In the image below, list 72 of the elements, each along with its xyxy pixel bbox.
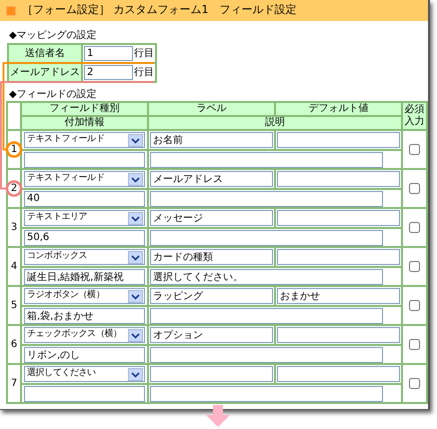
- description-field[interactable]: [150, 152, 383, 168]
- label-field[interactable]: オプション: [150, 327, 273, 343]
- row-number: 5: [10, 300, 18, 312]
- extra-info-field[interactable]: [24, 386, 145, 402]
- column-header: 説明: [149, 117, 403, 131]
- default-field[interactable]: [277, 327, 400, 343]
- required-checkbox[interactable]: [409, 260, 420, 272]
- type-dropdown[interactable]: テキストフィールド: [24, 171, 145, 187]
- window-title: ［フォーム設定］ カスタムフォーム1 フィールド設定: [22, 2, 296, 18]
- default-field[interactable]: [277, 132, 400, 148]
- section-heading: ◆マッピングの設定: [9, 29, 98, 43]
- default-field[interactable]: おまかせ: [277, 288, 400, 304]
- default-field[interactable]: [277, 249, 400, 265]
- column-header: デフォルト値: [276, 103, 403, 117]
- caret-icon: [128, 134, 143, 146]
- default-field[interactable]: [277, 366, 400, 382]
- type-dropdown[interactable]: ラジオボタン（横）: [24, 288, 145, 304]
- input-field[interactable]: 1: [84, 46, 133, 61]
- required-checkbox[interactable]: [409, 300, 420, 311]
- square-icon: [6, 6, 16, 16]
- type-dropdown[interactable]: 選択してください: [24, 366, 145, 382]
- description-field[interactable]: [150, 308, 383, 324]
- extra-info-field[interactable]: リボン,のし: [24, 346, 145, 362]
- unit-label: 行目: [134, 48, 154, 59]
- required-checkbox[interactable]: [409, 182, 420, 194]
- row-number: 6: [10, 338, 18, 350]
- row-number: 3: [10, 222, 18, 234]
- description-field[interactable]: [150, 190, 383, 206]
- caret-icon: [128, 290, 143, 302]
- required-checkbox[interactable]: [409, 222, 420, 233]
- type-dropdown[interactable]: チェックボックス（横）: [24, 327, 145, 343]
- description-field[interactable]: [150, 386, 383, 402]
- caret-icon: [128, 172, 143, 186]
- extra-info-field[interactable]: 箱,袋,おまかせ: [24, 308, 145, 324]
- required-checkbox[interactable]: [409, 144, 420, 155]
- default-field[interactable]: [277, 171, 400, 187]
- type-dropdown[interactable]: コンボボックス: [24, 249, 145, 265]
- unit-label: 行目: [134, 66, 154, 78]
- section-heading: ◆フィールドの設定: [9, 89, 98, 101]
- type-dropdown[interactable]: テキストフィールド: [24, 132, 145, 148]
- label-field[interactable]: ラッピング: [150, 288, 273, 304]
- default-field[interactable]: [277, 210, 400, 226]
- column-header: ラベル: [149, 103, 276, 117]
- extra-info-field[interactable]: 50,6: [24, 230, 145, 246]
- type-dropdown[interactable]: テキストエリア: [24, 210, 145, 226]
- row-label: 送信者名: [8, 44, 82, 63]
- label-field[interactable]: メッセージ: [150, 210, 273, 226]
- required-checkbox[interactable]: [409, 378, 420, 389]
- column-header: フィールド種別: [22, 103, 149, 117]
- caret-icon: [128, 250, 143, 264]
- required-checkbox[interactable]: [409, 338, 420, 350]
- input-field[interactable]: 2: [84, 64, 133, 80]
- row-number: 4: [10, 260, 18, 272]
- description-field[interactable]: [150, 230, 383, 246]
- description-field[interactable]: [150, 346, 383, 362]
- column-header: 必須入力: [403, 103, 428, 131]
- column-header: 付加情報: [22, 117, 149, 131]
- caret-icon: [128, 368, 143, 380]
- row-number: 7: [10, 378, 18, 390]
- label-field[interactable]: カードの種類: [150, 249, 273, 265]
- extra-info-field[interactable]: [24, 152, 145, 168]
- row-number: 2: [10, 182, 18, 194]
- row-number: 1: [10, 144, 18, 156]
- label-field[interactable]: メールアドレス: [150, 171, 273, 187]
- label-field[interactable]: [150, 366, 273, 382]
- caret-icon: [128, 328, 143, 342]
- caret-icon: [128, 212, 143, 224]
- description-field[interactable]: 選択してください。: [150, 268, 383, 284]
- extra-info-field[interactable]: 誕生日,結婚祝,新築祝: [24, 268, 145, 284]
- down-arrow-icon: [206, 405, 230, 427]
- label-field[interactable]: お名前: [150, 132, 273, 148]
- extra-info-field[interactable]: 40: [24, 190, 145, 206]
